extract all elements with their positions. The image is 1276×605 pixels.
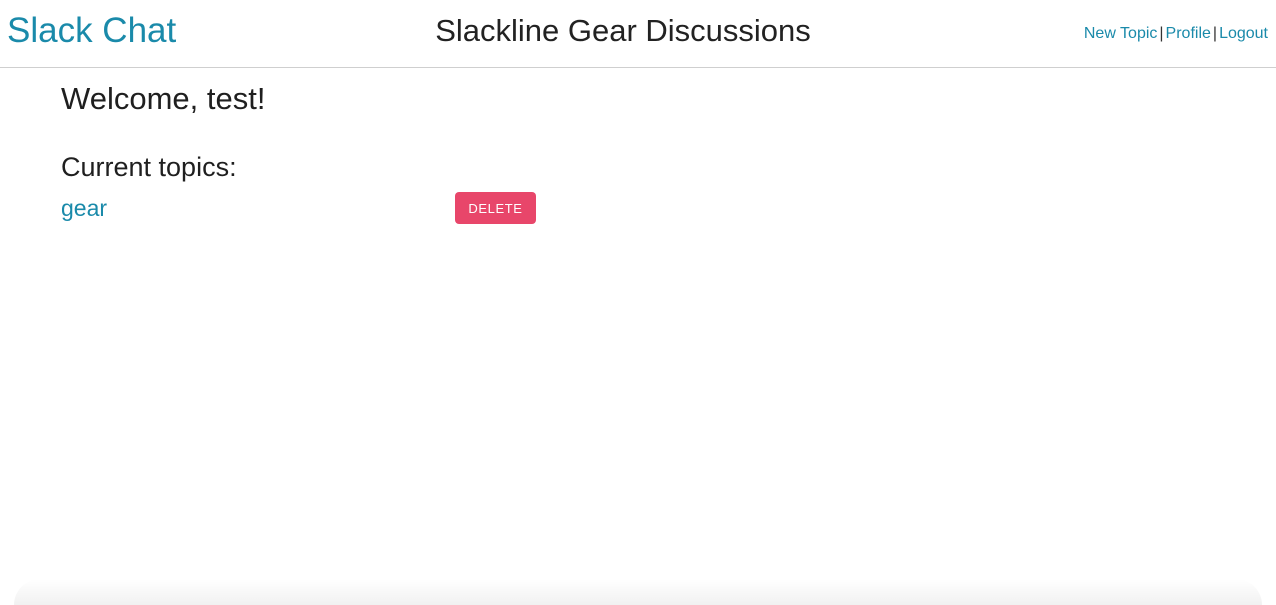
logout-link[interactable]: Logout [1219,25,1268,42]
profile-link[interactable]: Profile [1166,25,1211,42]
topic-link-gear[interactable]: gear [61,194,107,222]
nav-separator: | [1159,25,1164,42]
top-navigation: New Topic | Profile | Logout [1084,24,1268,44]
page: Slack Chat Slackline Gear Discussions Ne… [0,0,1276,605]
app-header: Slack Chat Slackline Gear Discussions Ne… [0,0,1276,68]
page-title: Slackline Gear Discussions [435,13,811,48]
new-topic-link[interactable]: New Topic [1084,25,1158,42]
delete-topic-button[interactable]: DELETE [455,192,536,224]
bottom-shadow [14,579,1262,605]
topic-list-item: gear DELETE [61,192,541,224]
current-topics-heading: Current topics: [61,152,237,182]
nav-separator: | [1212,25,1218,42]
welcome-heading: Welcome, test! [61,81,266,116]
